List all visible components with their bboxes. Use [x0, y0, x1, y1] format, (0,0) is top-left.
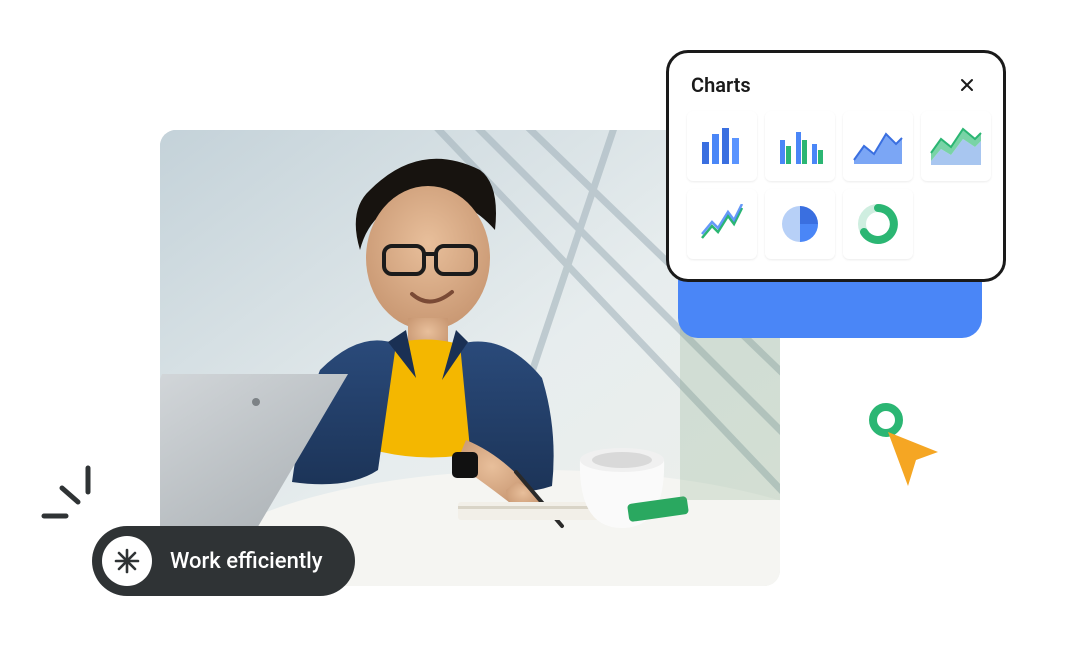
donut-chart-icon[interactable]: [843, 189, 913, 259]
charts-panel-title: Charts: [691, 73, 751, 97]
work-efficiently-pill: Work efficiently: [92, 526, 355, 596]
stacked-area-chart-icon[interactable]: [921, 111, 991, 181]
spark-decoration: [38, 462, 108, 532]
pie-chart-icon[interactable]: [765, 189, 835, 259]
charts-grid: [687, 111, 985, 259]
bar-chart-icon[interactable]: [687, 111, 757, 181]
cursor-decoration: [864, 398, 954, 498]
column-chart-icon[interactable]: [765, 111, 835, 181]
charts-panel: Charts: [666, 50, 1006, 282]
charts-panel-header: Charts: [687, 67, 985, 111]
close-icon[interactable]: [953, 71, 981, 99]
area-chart-icon[interactable]: [843, 111, 913, 181]
pill-label: Work efficiently: [170, 549, 323, 574]
line-chart-icon[interactable]: [687, 189, 757, 259]
asterisk-icon: [102, 536, 152, 586]
